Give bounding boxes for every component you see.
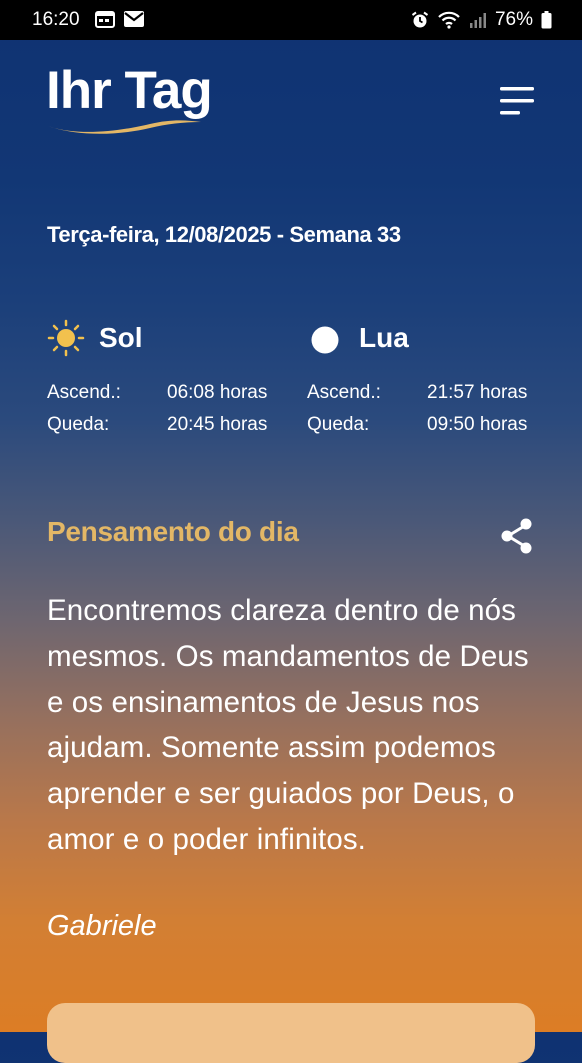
calendar-icon — [95, 11, 115, 28]
moon-title: Lua — [359, 322, 409, 353]
thought-text: Encontremos clareza dentro de nós mesmos… — [47, 594, 529, 856]
moon-set-value: 09:50 horas — [427, 414, 528, 435]
moon-icon — [311, 326, 339, 354]
logo-swoosh — [48, 120, 201, 134]
battery-percent: 76% — [494, 9, 533, 30]
sun-rise-label: Ascend.: — [47, 382, 121, 403]
wifi-icon — [438, 11, 460, 29]
bottom-card[interactable] — [47, 1003, 535, 1063]
app-logo[interactable]: Ihr Tag — [46, 60, 236, 140]
sun-set-row: Queda: 20:45 horas — [47, 414, 287, 446]
moon-rise-value: 21:57 horas — [427, 382, 528, 403]
status-time: 16:20 — [32, 9, 80, 30]
sun-title: Sol — [99, 322, 143, 353]
moon-set-row: Queda: 09:50 horas — [307, 414, 547, 446]
share-button[interactable] — [499, 517, 535, 555]
sun-icon — [47, 319, 85, 357]
share-icon — [501, 518, 532, 554]
sun-set-value: 20:45 horas — [167, 414, 268, 435]
battery-icon — [541, 11, 552, 29]
menu-icon — [500, 87, 534, 115]
mail-icon — [124, 11, 144, 27]
date-line: Terça-feira, 12/08/2025 - Semana 33 — [47, 222, 401, 247]
sun-rise-row: Ascend.: 06:08 horas — [47, 382, 287, 414]
sun-set-label: Queda: — [47, 414, 110, 435]
alarm-icon — [411, 11, 429, 28]
signal-icon — [469, 13, 486, 28]
moon-set-label: Queda: — [307, 414, 370, 435]
moon-rise-row: Ascend.: 21:57 horas — [307, 382, 547, 414]
status-bar: 16:20 76% — [0, 0, 582, 40]
moon-section: Lua Ascend.: 21:57 horas Queda: 09:50 ho… — [307, 318, 547, 446]
moon-rise-label: Ascend.: — [307, 382, 381, 403]
menu-button[interactable] — [498, 84, 536, 120]
logo-text: Ihr Tag — [46, 61, 213, 120]
sun-rise-value: 06:08 horas — [167, 382, 268, 403]
thought-title: Pensamento do dia — [47, 516, 299, 547]
sun-section: Sol Ascend.: 06:08 horas Queda: 20:45 ho… — [47, 318, 287, 446]
thought-author: Gabriele — [47, 910, 157, 942]
